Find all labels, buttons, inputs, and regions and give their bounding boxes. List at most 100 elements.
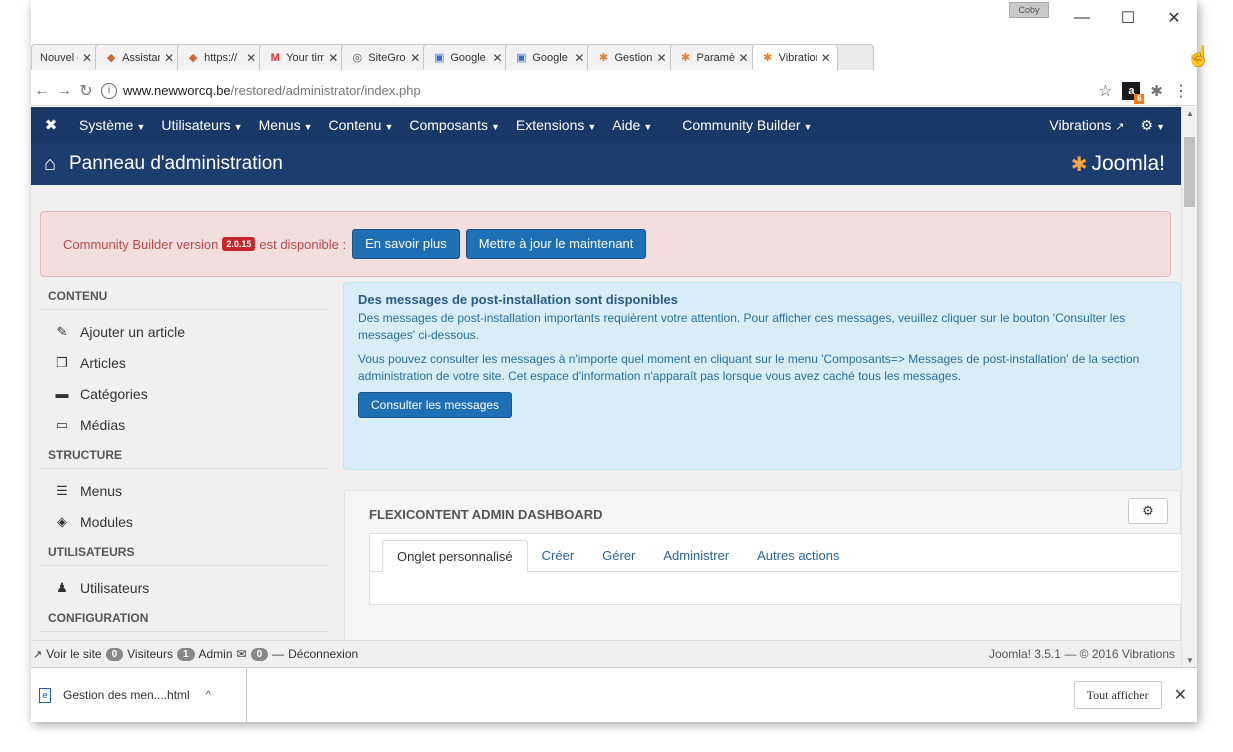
- postinstall-title: Des messages de post-installation sont d…: [358, 292, 679, 307]
- scroll-down-icon[interactable]: ▼: [1182, 656, 1197, 665]
- logout-link[interactable]: Déconnexion: [288, 647, 358, 661]
- hand-cursor-icon: ☝: [1186, 46, 1211, 68]
- close-icon[interactable]: ✕: [1151, 8, 1197, 28]
- tab-close-icon[interactable]: ✕: [164, 51, 174, 65]
- tab-close-icon[interactable]: ✕: [82, 51, 92, 65]
- window-controls: — ☐ ✕: [1059, 0, 1197, 36]
- show-all-button[interactable]: Tout afficher: [1073, 681, 1162, 709]
- nav-aide[interactable]: Aide ▼: [604, 117, 660, 133]
- tab-other-actions[interactable]: Autres actions: [743, 540, 853, 571]
- browser-tab[interactable]: ◎ SiteGround ✕: [341, 44, 428, 70]
- caret-down-icon: ▼: [136, 122, 146, 132]
- tab-create[interactable]: Créer: [528, 540, 589, 571]
- star-icon[interactable]: ☆: [1098, 81, 1112, 101]
- nav-utilisateurs[interactable]: Utilisateurs ▼: [153, 117, 250, 133]
- tab-close-icon[interactable]: ✕: [821, 51, 831, 65]
- messages-count-badge[interactable]: 0: [250, 647, 269, 661]
- forward-icon[interactable]: →: [53, 82, 75, 100]
- tab-close-icon[interactable]: ✕: [246, 51, 256, 65]
- folder-icon: ▬: [55, 386, 69, 401]
- sidebar-item-label: Articles: [80, 354, 126, 371]
- sidebar-item-modules[interactable]: ◈ Modules: [40, 506, 328, 537]
- caret-down-icon: ▼: [233, 122, 243, 132]
- tab-close-icon[interactable]: ✕: [410, 51, 420, 65]
- nav-contenu[interactable]: Contenu ▼: [321, 117, 402, 133]
- chevron-up-icon[interactable]: ^: [206, 689, 211, 701]
- tab-custom[interactable]: Onglet personnalisé: [382, 540, 528, 572]
- page-header: ⌂ Panneau d'administration ✱ Joomla!: [31, 143, 1181, 185]
- tab-close-icon[interactable]: ✕: [492, 51, 502, 65]
- info-icon[interactable]: i: [101, 82, 117, 99]
- caret-down-icon: ▼: [643, 122, 653, 132]
- minimize-icon[interactable]: —: [1059, 9, 1105, 27]
- alert-text: est disponible :: [259, 236, 347, 252]
- flexicontent-dashboard: FLEXICONTENT ADMIN DASHBOARD ⚙ Onglet pe…: [344, 490, 1181, 640]
- update-now-button[interactable]: Mettre à jour le maintenant: [465, 229, 647, 259]
- close-download-bar-icon[interactable]: ✕: [1174, 685, 1187, 705]
- scroll-thumb[interactable]: [1184, 137, 1195, 207]
- back-icon[interactable]: ←: [31, 82, 53, 100]
- tab-close-icon[interactable]: ✕: [328, 51, 338, 65]
- nav-composants[interactable]: Composants ▼: [401, 117, 508, 133]
- browser-tab[interactable]: M Your timeline✕: [259, 44, 346, 70]
- flexicontent-tabpanel: Onglet personnalisé Créer Gérer Administ…: [369, 533, 1181, 605]
- caret-down-icon: ▼: [803, 122, 813, 132]
- learn-more-button[interactable]: En savoir plus: [352, 229, 460, 259]
- maximize-icon[interactable]: ☐: [1105, 8, 1151, 28]
- sidebar-item-label: Ajouter un article: [80, 323, 186, 340]
- sidebar-item-label: Menus: [80, 482, 123, 499]
- tab-manage[interactable]: Gérer: [588, 540, 649, 571]
- browser-tab-active[interactable]: ✱ Vibrations ✕: [751, 44, 838, 70]
- nav-menus[interactable]: Menus ▼: [251, 117, 321, 133]
- tab-close-icon[interactable]: ✕: [656, 51, 666, 65]
- nav-extensions[interactable]: Extensions ▼: [508, 117, 604, 133]
- nav-systeme[interactable]: Système ▼: [71, 117, 153, 133]
- extension-icon[interactable]: a6: [1122, 81, 1145, 104]
- new-tab-button[interactable]: [833, 44, 874, 70]
- browser-tab[interactable]: Nouvel onglet ✕: [31, 44, 100, 70]
- flexicontent-tabs: Onglet personnalisé Créer Gérer Administ…: [370, 534, 1181, 572]
- joomla-menu-icon[interactable]: ✖: [31, 116, 71, 134]
- caret-down-icon: ▼: [1156, 121, 1165, 132]
- tab-close-icon[interactable]: ✕: [739, 51, 749, 65]
- nav-label: Composants: [409, 117, 488, 133]
- sidebar-item-media[interactable]: ▭ Médias: [40, 409, 328, 440]
- url-input[interactable]: i www.newworcq.be/restored/administrator…: [97, 79, 1098, 103]
- settings-menu[interactable]: ⚙ ▼: [1133, 117, 1173, 134]
- browser-tab[interactable]: ▣ Google ✕: [423, 44, 510, 70]
- image-icon: ▭: [55, 416, 69, 432]
- browser-tab[interactable]: ◆ https:// ✕: [177, 44, 264, 70]
- puzzle-icon: ◆: [106, 52, 116, 64]
- profile-chip[interactable]: Coby: [1009, 2, 1049, 18]
- tab-close-icon[interactable]: ✕: [574, 51, 584, 65]
- browser-tab[interactable]: ◆ Assistant ✕: [95, 44, 182, 70]
- browser-tab[interactable]: ✱ Paramètres ✕: [669, 44, 756, 70]
- nav-community-builder[interactable]: Community Builder ▼: [674, 117, 820, 133]
- view-site-link[interactable]: Voir le site: [46, 647, 101, 661]
- toolbar-icons: ☆ a6 ✱ ⋮: [1098, 81, 1189, 104]
- nav-label: Extensions: [515, 117, 585, 133]
- reload-icon[interactable]: ↻: [75, 81, 97, 101]
- extension-puzzle-icon[interactable]: ✱: [1150, 82, 1163, 100]
- sidebar-item-articles[interactable]: ❐ Articles: [40, 347, 328, 378]
- options-button[interactable]: ⚙: [1128, 498, 1168, 524]
- tab-label: Assistant: [122, 51, 160, 64]
- admin-count-badge: 1: [176, 647, 195, 661]
- envelope-icon: ✉: [236, 647, 247, 661]
- sidebar-section-title: STRUCTURE: [40, 440, 328, 469]
- sidebar-item-add-article[interactable]: ✎ Ajouter un article: [40, 316, 328, 347]
- vertical-scrollbar[interactable]: ▲ ▼: [1181, 107, 1197, 667]
- tab-administer[interactable]: Administrer: [649, 540, 743, 571]
- sidebar-item-users[interactable]: ♟ Utilisateurs: [40, 572, 328, 603]
- browser-tab[interactable]: ▣ Google ✕: [505, 44, 592, 70]
- browser-tab[interactable]: ✱ Gestion ✕: [587, 44, 674, 70]
- visitors-label: Visiteurs: [127, 647, 173, 661]
- view-site-link[interactable]: Vibrations ↗: [1041, 117, 1132, 133]
- scroll-up-icon[interactable]: ▲: [1182, 109, 1197, 118]
- menu-icon[interactable]: ⋮: [1173, 81, 1189, 101]
- sidebar-item-menus[interactable]: ☰ Menus: [40, 475, 328, 506]
- postinstall-text: Vous pouvez consulter les messages à n'i…: [358, 352, 1140, 383]
- download-item[interactable]: e Gestion des men....html ^: [31, 668, 247, 722]
- view-messages-button[interactable]: Consulter les messages: [358, 392, 513, 418]
- sidebar-item-categories[interactable]: ▬ Catégories: [40, 378, 328, 409]
